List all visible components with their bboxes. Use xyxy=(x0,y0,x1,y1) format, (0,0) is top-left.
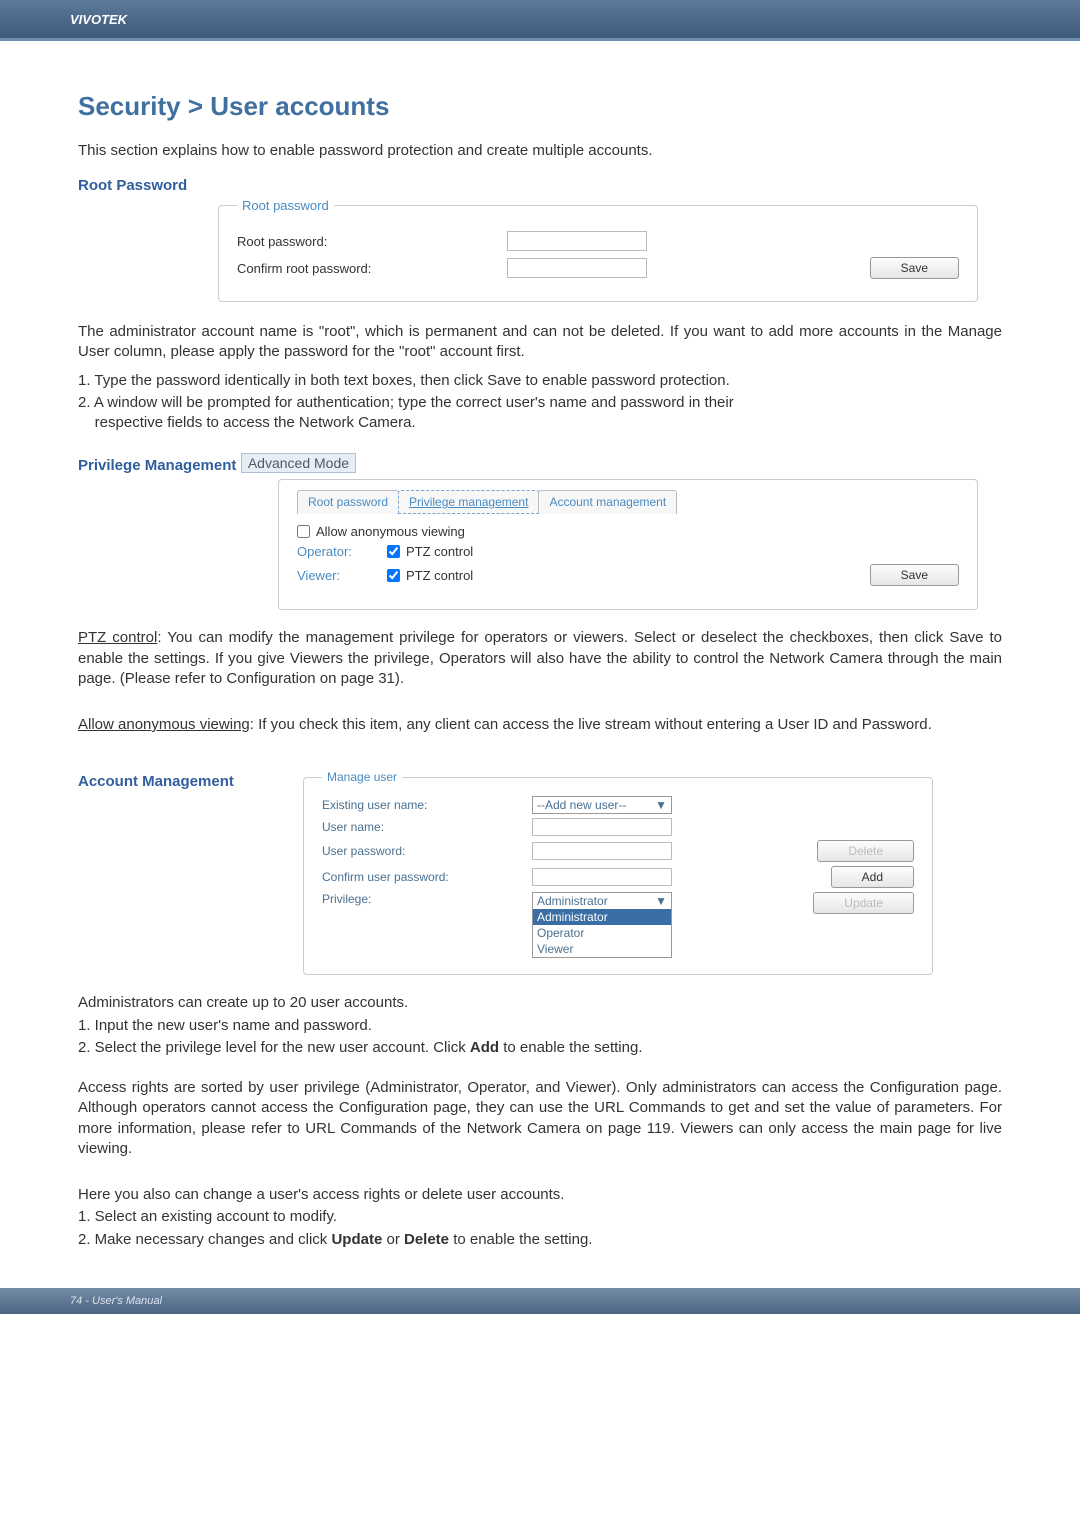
confirm-root-password-input[interactable] xyxy=(507,258,647,278)
allow-anonymous-para: Allow anonymous viewing: If you check th… xyxy=(78,715,1002,735)
intro-text: This section explains how to enable pass… xyxy=(78,142,1002,159)
confirm-user-password-input[interactable] xyxy=(532,868,672,886)
allow-anonymous-label: Allow anonymous viewing xyxy=(316,524,465,539)
root-password-save-button[interactable]: Save xyxy=(870,257,959,279)
manage-user-panel: Manage user Existing user name: --Add ne… xyxy=(303,770,933,975)
user-name-input[interactable] xyxy=(532,818,672,836)
root-password-input[interactable] xyxy=(507,231,647,251)
existing-user-label: Existing user name: xyxy=(322,798,532,812)
page-content: Security > User accounts This section ex… xyxy=(0,41,1080,1272)
privilege-save-button[interactable]: Save xyxy=(870,564,959,586)
step-2-1: 1. Input the new user's name and passwor… xyxy=(78,1016,1002,1036)
operator-label: Operator: xyxy=(297,544,387,559)
update-button[interactable]: Update xyxy=(813,892,914,914)
root-password-heading: Root Password xyxy=(78,177,1002,194)
root-password-panel: Root password Root password: Confirm roo… xyxy=(218,198,978,302)
step-1-2: 2. A window will be prompted for authent… xyxy=(78,393,1002,434)
viewer-label: Viewer: xyxy=(297,568,387,583)
tab-privilege-management[interactable]: Privilege management xyxy=(398,490,539,514)
privilege-heading-row: Privilege Management Advanced Mode xyxy=(78,453,1002,475)
step-1-1: 1. Type the password identically in both… xyxy=(78,371,1002,391)
root-password-label: Root password: xyxy=(237,234,507,249)
allow-anonymous-checkbox[interactable] xyxy=(297,525,310,538)
para-admin-accounts: Administrators can create up to 20 user … xyxy=(78,993,1002,1013)
footer-text: 74 - User's Manual xyxy=(70,1295,162,1307)
existing-user-select[interactable]: --Add new user--▼ xyxy=(532,796,672,814)
privilege-option-viewer[interactable]: Viewer xyxy=(533,941,671,957)
tab-bar: Root password Privilege management Accou… xyxy=(297,490,959,514)
para-change-rights: Here you also can change a user's access… xyxy=(78,1185,1002,1205)
step-3-1: 1. Select an existing account to modify. xyxy=(78,1207,1002,1227)
advanced-mode-badge: Advanced Mode xyxy=(241,453,356,473)
confirm-root-password-label: Confirm root password: xyxy=(237,261,507,276)
operator-ptz-label: PTZ control xyxy=(406,544,473,559)
root-password-legend: Root password xyxy=(237,198,334,213)
step-3-2: 2. Make necessary changes and click Upda… xyxy=(78,1230,1002,1250)
brand-text: VIVOTEK xyxy=(70,12,127,27)
footer-bar: 74 - User's Manual xyxy=(0,1288,1080,1314)
para-access-rights: Access rights are sorted by user privile… xyxy=(78,1078,1002,1159)
privilege-select[interactable]: Administrator▼ Administrator Operator Vi… xyxy=(532,892,672,958)
tab-account-management[interactable]: Account management xyxy=(538,490,677,514)
add-button[interactable]: Add xyxy=(831,866,914,888)
viewer-ptz-checkbox[interactable] xyxy=(387,569,400,582)
user-name-label: User name: xyxy=(322,820,532,834)
header-bar: VIVOTEK xyxy=(0,0,1080,38)
para-root-account: The administrator account name is "root"… xyxy=(78,322,1002,363)
chevron-down-icon: ▼ xyxy=(655,798,667,812)
privilege-label: Privilege: xyxy=(322,892,532,906)
operator-ptz-checkbox[interactable] xyxy=(387,545,400,558)
chevron-down-icon: ▼ xyxy=(655,894,667,908)
privilege-option-administrator[interactable]: Administrator xyxy=(533,909,671,925)
manage-user-legend: Manage user xyxy=(322,770,402,784)
step-2-2: 2. Select the privilege level for the ne… xyxy=(78,1038,1002,1058)
privilege-option-operator[interactable]: Operator xyxy=(533,925,671,941)
user-password-input[interactable] xyxy=(532,842,672,860)
account-management-heading: Account Management xyxy=(78,773,234,790)
tab-root-password[interactable]: Root password xyxy=(297,490,399,514)
user-password-label: User password: xyxy=(322,844,532,858)
privilege-heading: Privilege Management xyxy=(78,457,236,474)
viewer-ptz-label: PTZ control xyxy=(406,568,473,583)
confirm-user-password-label: Confirm user password: xyxy=(322,870,532,884)
page-title: Security > User accounts xyxy=(78,91,1002,122)
ptz-control-para: PTZ control: You can modify the manageme… xyxy=(78,628,1002,689)
privilege-panel: Root password Privilege management Accou… xyxy=(278,479,978,610)
delete-button[interactable]: Delete xyxy=(817,840,914,862)
